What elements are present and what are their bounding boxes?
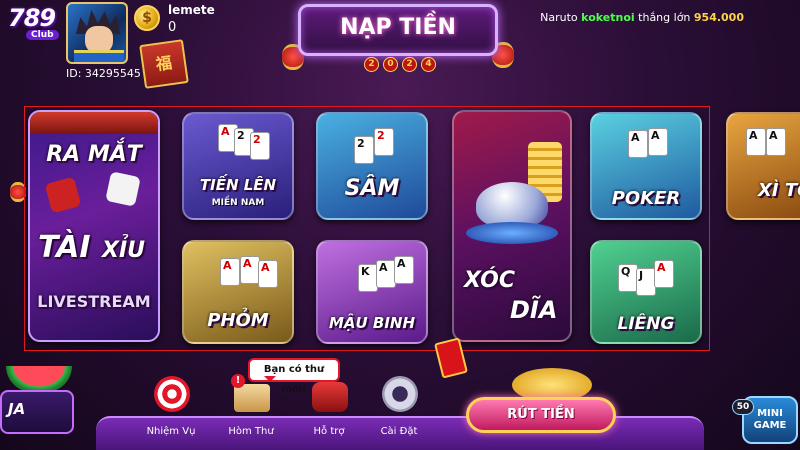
username: lemete (168, 3, 215, 17)
withdraw-button[interactable]: RÚT TIỀN (466, 397, 616, 433)
phone-icon (312, 382, 348, 412)
nav-settings[interactable]: Cài Đặt (362, 370, 436, 444)
deposit-banner-button[interactable]: NẠP TIỀN (298, 4, 498, 56)
ticker-name: Naruto (540, 11, 578, 24)
mau-binh-label: MẬU BINH (328, 314, 416, 332)
game-tai-xiu[interactable]: RA MẮT TÀI XỈU LIVESTREAM (28, 110, 160, 342)
game-poker[interactable]: AA POKER (590, 112, 702, 220)
banner-year: 20 24 (364, 57, 436, 72)
lucky-scroll-icon[interactable]: 福 (139, 39, 189, 89)
ticker-verb: thắng lớn (638, 11, 691, 24)
game-mau-binh[interactable]: KA A MẬU BINH (316, 240, 428, 344)
alert-icon: ! (231, 374, 245, 388)
xoc-label: XÓC (464, 268, 516, 293)
minigame-count-badge: 50 (732, 399, 754, 415)
ticker-winner: koketnoi (581, 11, 635, 24)
tai-xiu-top: RA MẮT (46, 142, 142, 167)
app-logo: 789 Club (4, 2, 62, 48)
game-sam[interactable]: 22 SÂM (316, 112, 428, 220)
logo-club: Club (26, 30, 59, 40)
gear-icon (382, 376, 418, 412)
game-xoc-dia[interactable]: XÓC DĨA (452, 110, 572, 342)
coin-icon[interactable]: $ (134, 5, 160, 31)
mail-icon (234, 384, 270, 412)
ticker-amount: 954.000 (693, 11, 744, 24)
dice-icon (44, 176, 82, 214)
game-xi-to[interactable]: AA XÌ TỐ (726, 112, 800, 220)
logo-number: 789 (8, 4, 56, 32)
player-id: ID: 34295545 (66, 67, 141, 80)
nav-missions-label: Nhiệm Vụ (146, 426, 196, 437)
phom-label: PHỎM (207, 310, 269, 331)
poker-label: POKER (611, 188, 681, 209)
dice-icon (105, 171, 141, 207)
minigame-line2: GAME (753, 420, 787, 431)
livestream-label: LIVESTREAM (37, 292, 151, 311)
xiu-label: XỈU (102, 238, 146, 263)
nav-support-label: Hỗ trợ (313, 426, 345, 437)
dia-label: DĨA (510, 296, 558, 324)
nav-mailbox-label: Hòm Thư (228, 426, 274, 437)
xi-to-label: XÌ TỐ (758, 180, 800, 201)
game-lieng[interactable]: QJA LIÊNG (590, 240, 702, 344)
game-tien-len[interactable]: A22 TIẾN LÊN MIỀN NAM (182, 112, 294, 220)
target-icon (154, 376, 190, 412)
sam-label: SÂM (344, 176, 400, 201)
tien-len-sub: MIỀN NAM (211, 198, 265, 208)
nav-settings-label: Cài Đặt (380, 426, 418, 437)
win-ticker: Naruto koketnoi thắng lớn 954.000 (540, 11, 744, 24)
avatar[interactable] (66, 2, 128, 64)
balance: 0 (168, 20, 177, 35)
nav-missions[interactable]: Nhiệm Vụ (134, 370, 208, 444)
game-phom[interactable]: AAA PHỎM (182, 240, 294, 344)
nav-support[interactable]: Hỗ trợ (292, 370, 366, 444)
banner-title: NẠP TIỀN (340, 15, 456, 40)
watermelon-icon (6, 366, 72, 392)
tien-len-label: TIẾN LÊN (199, 176, 277, 194)
ja-button[interactable]: JA (0, 390, 74, 434)
lieng-label: LIÊNG (617, 314, 675, 334)
